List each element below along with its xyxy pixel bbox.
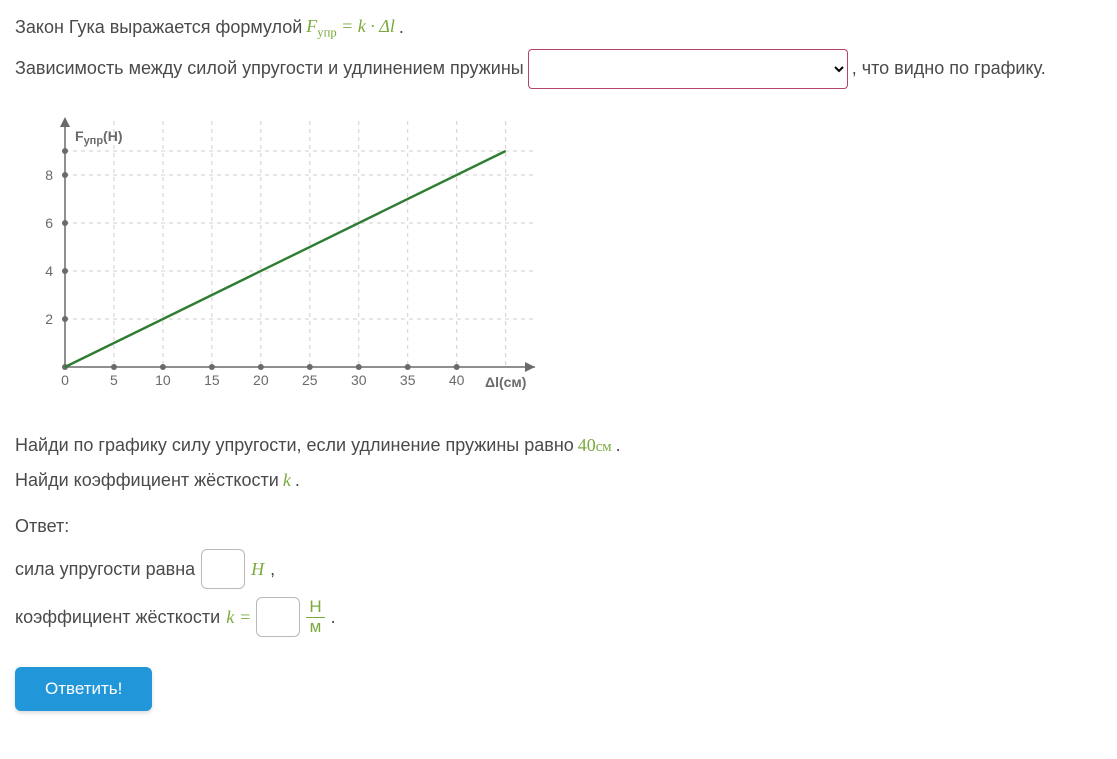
ans2-text: коэффициент жёсткости: [15, 603, 220, 632]
answer-row-2: коэффициент жёсткости k = Н м .: [15, 597, 1102, 637]
ans1-unit: Н: [251, 555, 264, 584]
svg-text:25: 25: [302, 372, 318, 388]
svg-text:4: 4: [45, 263, 53, 279]
dependency-text-b: , что видно по графику.: [852, 54, 1046, 83]
task-text-b: Найди коэффициент жёсткости: [15, 466, 279, 495]
svg-text:30: 30: [351, 372, 367, 388]
ans2-end: .: [331, 603, 336, 632]
svg-text:2: 2: [45, 311, 53, 327]
formula-hooke: Fупр = k · Δl: [306, 12, 395, 43]
unit-fraction: Н м: [306, 598, 324, 636]
ans1-text: сила упругости равна: [15, 555, 195, 584]
submit-button[interactable]: Ответить!: [15, 667, 152, 711]
svg-text:8: 8: [45, 167, 53, 183]
frac-den: м: [307, 618, 325, 637]
ans1-end: ,: [270, 555, 275, 584]
period-1: .: [399, 13, 404, 42]
task-line-1: Найди по графику силу упругости, если уд…: [15, 431, 1102, 460]
svg-text:Δl(см): Δl(см): [485, 374, 526, 390]
stiffness-input[interactable]: [256, 597, 300, 637]
svg-text:0: 0: [61, 372, 69, 388]
task-end-2: .: [295, 466, 300, 495]
svg-text:Fупр(Н): Fупр(Н): [75, 128, 122, 147]
ans2-eq: =: [240, 603, 250, 632]
dependency-line: Зависимость между силой упругости и удли…: [15, 49, 1102, 89]
task-end-1: .: [616, 431, 621, 460]
task-unit: см: [596, 439, 612, 455]
task-value: 40: [578, 435, 596, 455]
svg-text:5: 5: [110, 372, 118, 388]
answer-row-1: сила упругости равна Н,: [15, 549, 1102, 589]
dependency-text-a: Зависимость между силой упругости и удли…: [15, 54, 524, 83]
svg-text:6: 6: [45, 215, 53, 231]
svg-text:10: 10: [155, 372, 171, 388]
task-line-2: Найди коэффициент жёсткости k.: [15, 466, 1102, 495]
frac-num: Н: [306, 598, 324, 618]
svg-text:35: 35: [400, 372, 416, 388]
task-k: k: [283, 466, 291, 495]
ans2-k: k: [226, 603, 234, 632]
intro-text: Закон Гука выражается формулой: [15, 13, 302, 42]
svg-text:20: 20: [253, 372, 269, 388]
answer-label: Ответ:: [15, 512, 1102, 541]
task-text-a: Найди по графику силу упругости, если уд…: [15, 431, 574, 460]
force-input[interactable]: [201, 549, 245, 589]
svg-text:40: 40: [449, 372, 465, 388]
dependency-select[interactable]: [528, 49, 848, 89]
svg-text:15: 15: [204, 372, 220, 388]
intro-line: Закон Гука выражается формулой Fупр = k …: [15, 12, 1102, 43]
chart: 0 5 10 15 20 25 30 35 40 2 4 6 8 Fупр(Н) Δl(см): [15, 107, 555, 407]
